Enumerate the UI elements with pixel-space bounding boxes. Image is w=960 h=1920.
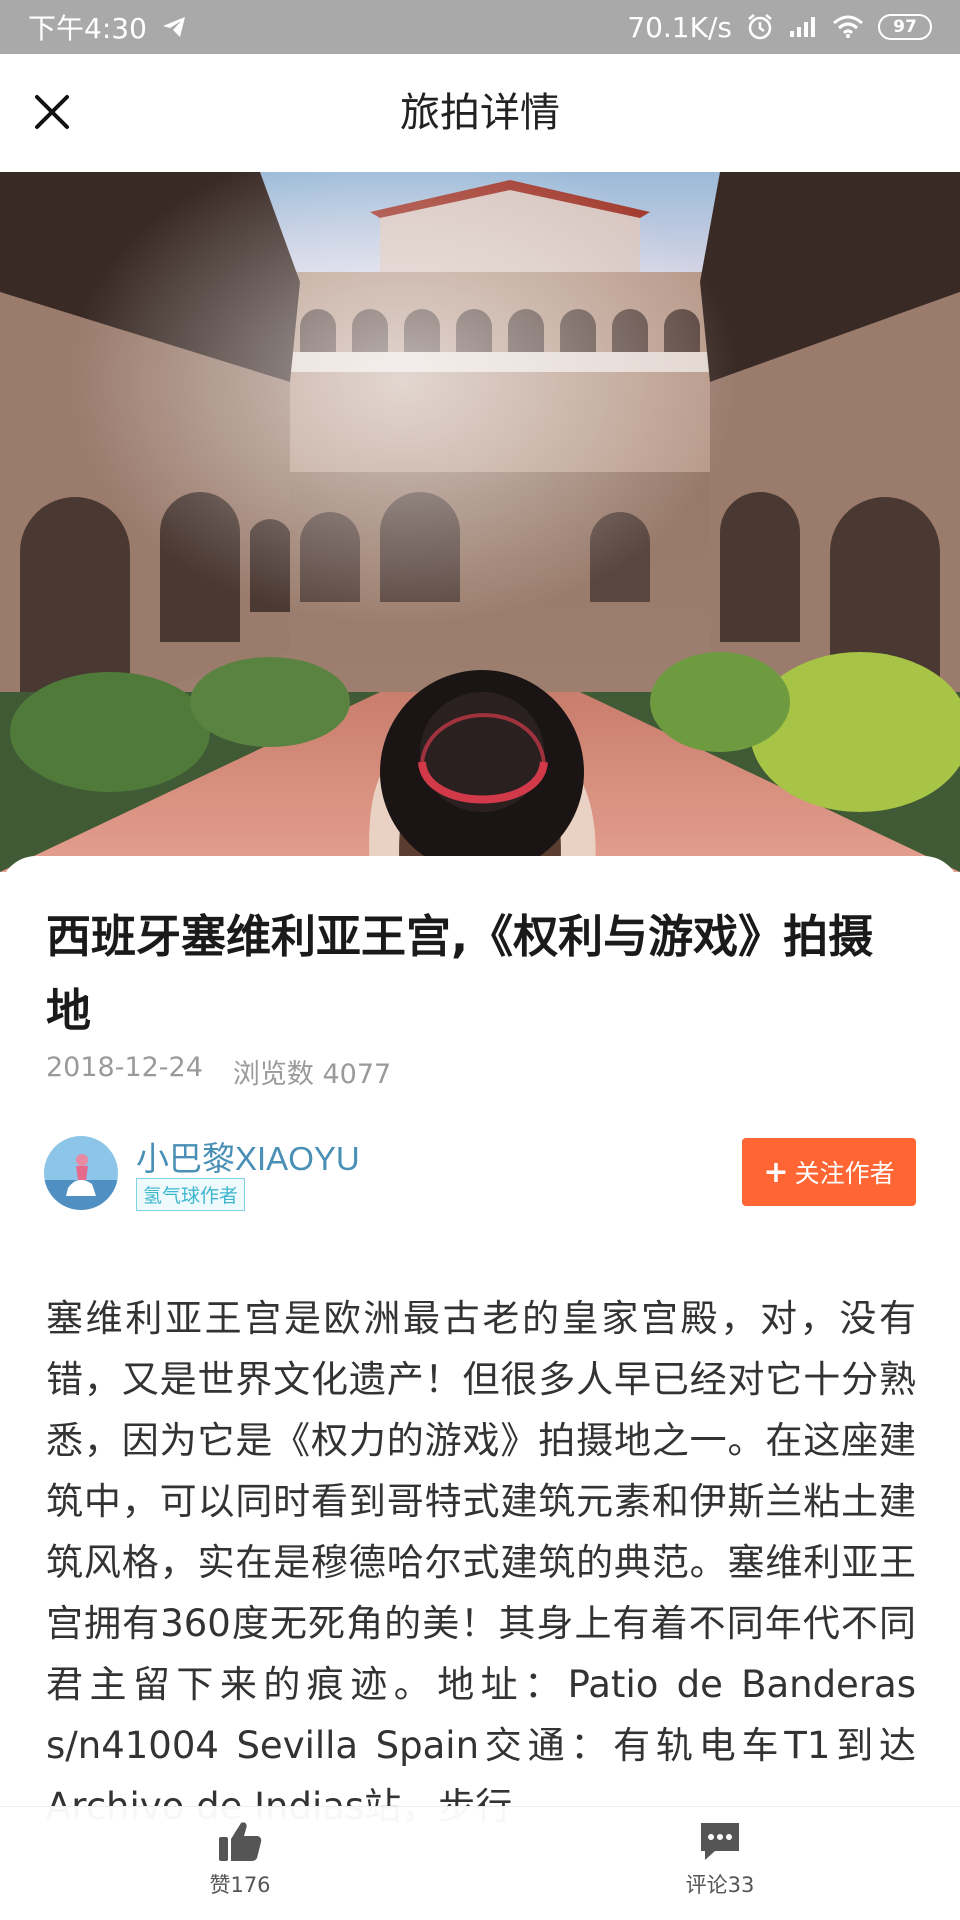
alarm-icon	[746, 13, 774, 41]
status-right: 70.1K/s 97	[627, 11, 932, 44]
bottom-action-bar: 赞176 评论33	[0, 1806, 960, 1920]
article-body: 塞维利亚王宫是欧洲最古老的皇家宫殿，对，没有错，又是世界文化遗产！但很多人早已经…	[46, 1297, 916, 1828]
article-meta: 2018-12-24 浏览数 4077	[46, 1052, 391, 1091]
network-speed: 70.1K/s	[627, 10, 732, 44]
hero-image	[0, 172, 960, 872]
author-row: 小巴黎XIAOYU 氢气球作者 + 关注作者	[44, 1136, 916, 1216]
comment-label: 评论33	[685, 1873, 755, 1897]
article-title: 西班牙塞维利亚王宫,《权利与游戏》拍摄地	[46, 910, 874, 1037]
author-badge: 氢气球作者	[136, 1178, 246, 1211]
status-time: 下午4:30	[28, 12, 147, 45]
article-views: 浏览数 4077	[232, 1059, 392, 1090]
avatar[interactable]	[44, 1136, 118, 1210]
wifi-icon	[832, 15, 864, 39]
comment-button[interactable]: 评论33	[660, 1819, 780, 1915]
page-title: 旅拍详情	[400, 90, 560, 136]
telegram-icon	[161, 15, 187, 39]
comment-icon	[701, 1823, 739, 1860]
like-button[interactable]: 赞176	[180, 1819, 300, 1915]
follow-author-button[interactable]: + 关注作者	[742, 1138, 916, 1206]
signal-icon	[788, 15, 818, 39]
status-left: 下午4:30	[28, 7, 187, 47]
follow-label: 关注作者	[794, 1159, 895, 1188]
thumbs-up-icon	[219, 1822, 262, 1861]
author-name[interactable]: 小巴黎XIAOYU	[136, 1132, 360, 1180]
battery-icon: 97	[878, 14, 932, 40]
content-card: 西班牙塞维利亚王宫,《权利与游戏》拍摄地 2018-12-24 浏览数 4077…	[0, 856, 960, 1920]
plus-icon: +	[763, 1154, 789, 1190]
article-date: 2018-12-24	[46, 1052, 203, 1083]
status-bar: 下午4:30 70.1K/s 97	[0, 0, 960, 54]
header: 旅拍详情	[0, 54, 960, 172]
like-label: 赞176	[209, 1873, 271, 1897]
